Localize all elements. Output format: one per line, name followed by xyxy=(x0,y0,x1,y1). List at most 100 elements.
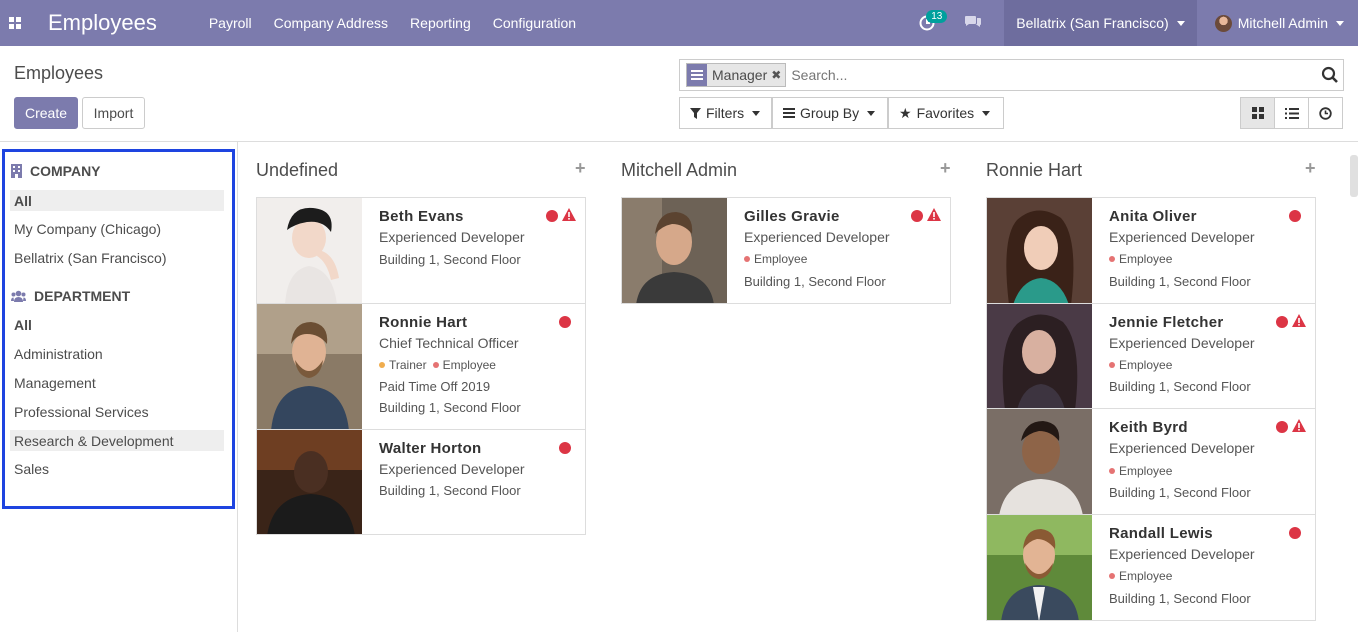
presence-status-dot xyxy=(559,316,571,328)
bars-icon xyxy=(783,108,795,118)
department-item-professional-services[interactable]: Professional Services xyxy=(10,401,224,422)
column-title-ronnie-hart[interactable]: Ronnie Hart xyxy=(986,160,1082,181)
activity-count-badge: 13 xyxy=(926,10,948,23)
search-input[interactable] xyxy=(791,67,1292,83)
employee-name: Gilles Gravie xyxy=(744,208,840,225)
menu-payroll[interactable]: Payroll xyxy=(209,15,252,31)
tag-trainer: Trainer xyxy=(379,358,427,372)
user-menu[interactable]: Mitchell Admin xyxy=(1197,0,1358,46)
presence-status-dot xyxy=(546,210,558,222)
tag-employee: Employee xyxy=(1109,358,1172,372)
create-button[interactable]: Create xyxy=(14,97,78,129)
employee-card[interactable]: Randall Lewis Experienced Developer Empl… xyxy=(986,514,1316,621)
employee-name: Beth Evans xyxy=(379,208,464,225)
column-add-icon[interactable]: + xyxy=(940,158,951,179)
employee-tags: Employee xyxy=(1109,569,1178,583)
employee-tags: Employee xyxy=(744,252,813,266)
import-button[interactable]: Import xyxy=(82,97,145,129)
chevron-down-icon xyxy=(752,110,761,116)
employee-photo xyxy=(987,198,1092,303)
company-item-all[interactable]: All xyxy=(10,190,224,211)
menu-company-address[interactable]: Company Address xyxy=(274,15,388,31)
view-switcher xyxy=(1240,97,1343,129)
employee-card[interactable]: Keith Byrd Experienced Developer Employe… xyxy=(986,408,1316,515)
presence-status-dot xyxy=(1276,316,1288,328)
activity-button[interactable]: 13 xyxy=(904,0,950,46)
company-item-bellatrix[interactable]: Bellatrix (San Francisco) xyxy=(10,247,224,268)
employee-name: Walter Horton xyxy=(379,440,482,457)
column-title-mitchell-admin[interactable]: Mitchell Admin xyxy=(621,160,737,181)
employee-card[interactable]: Ronnie Hart Chief Technical Officer Trai… xyxy=(256,303,586,430)
employee-card[interactable]: Jennie Fletcher Experienced Developer Em… xyxy=(986,303,1316,409)
chevron-down-icon xyxy=(982,110,991,116)
menu-reporting[interactable]: Reporting xyxy=(410,15,471,31)
tag-employee: Employee xyxy=(744,252,807,266)
company-section-header: COMPANY xyxy=(11,163,101,179)
employee-tags: Trainer Employee xyxy=(379,358,502,372)
tag-employee: Employee xyxy=(1109,252,1172,266)
employee-location: Building 1, Second Floor xyxy=(744,274,886,289)
employee-location: Building 1, Second Floor xyxy=(379,483,521,498)
employee-job-title: Experienced Developer xyxy=(1109,335,1255,351)
employee-name: Keith Byrd xyxy=(1109,419,1188,436)
employee-photo xyxy=(257,198,362,303)
employee-location: Building 1, Second Floor xyxy=(1109,274,1251,289)
employee-location: Building 1, Second Floor xyxy=(1109,591,1251,606)
warning-icon xyxy=(927,208,941,224)
employee-location: Building 1, Second Floor xyxy=(379,400,521,415)
filter-icon xyxy=(690,107,701,119)
discuss-button[interactable] xyxy=(950,0,996,46)
kanban-scrollbar[interactable] xyxy=(1350,155,1358,197)
search-facet: Manager ✖ xyxy=(686,63,787,87)
employee-job-title: Experienced Developer xyxy=(1109,229,1255,245)
search-panel-sidebar: COMPANY All My Company (Chicago) Bellatr… xyxy=(0,142,238,632)
top-navbar: Employees Payroll Company Address Report… xyxy=(0,0,1358,46)
chevron-down-icon xyxy=(1176,20,1185,26)
employee-card[interactable]: Beth Evans Experienced Developer Buildin… xyxy=(256,197,586,304)
employee-job-title: Chief Technical Officer xyxy=(379,335,519,351)
list-view-button[interactable] xyxy=(1274,97,1309,129)
employee-name: Anita Oliver xyxy=(1109,208,1197,225)
company-item-my-company[interactable]: My Company (Chicago) xyxy=(10,218,224,239)
favorites-dropdown[interactable]: ★ Favorites xyxy=(888,97,1004,129)
activity-view-button[interactable] xyxy=(1308,97,1343,129)
department-header-label: DEPARTMENT xyxy=(34,288,131,304)
search-icon[interactable] xyxy=(1321,66,1339,87)
filters-dropdown[interactable]: Filters xyxy=(679,97,772,129)
employee-location: Building 1, Second Floor xyxy=(1109,379,1251,394)
employee-card[interactable]: Gilles Gravie Experienced Developer Empl… xyxy=(621,197,951,304)
column-title-undefined[interactable]: Undefined xyxy=(256,160,338,181)
warning-icon xyxy=(562,208,576,224)
company-switcher[interactable]: Bellatrix (San Francisco) xyxy=(1004,0,1197,46)
facet-value: Manager xyxy=(712,67,768,83)
employee-name: Jennie Fletcher xyxy=(1109,314,1224,331)
column-add-icon[interactable]: + xyxy=(1305,158,1316,179)
employee-card[interactable]: Anita Oliver Experienced Developer Emplo… xyxy=(986,197,1316,304)
groupby-dropdown[interactable]: Group By xyxy=(772,97,888,129)
kanban-view-button[interactable] xyxy=(1240,97,1275,129)
department-item-sales[interactable]: Sales xyxy=(10,458,224,479)
clock-icon xyxy=(1319,106,1332,120)
menu-configuration[interactable]: Configuration xyxy=(493,15,576,31)
close-icon[interactable]: ✖ xyxy=(771,68,781,82)
department-item-management[interactable]: Management xyxy=(10,372,224,393)
employee-job-title: Experienced Developer xyxy=(379,229,525,245)
employee-photo xyxy=(622,198,727,303)
department-item-administration[interactable]: Administration xyxy=(10,343,224,364)
app-title[interactable]: Employees xyxy=(48,10,157,36)
avatar xyxy=(1214,14,1232,32)
list-icon xyxy=(1284,107,1299,119)
users-icon xyxy=(11,290,26,302)
column-add-icon[interactable]: + xyxy=(575,158,586,179)
department-item-all[interactable]: All xyxy=(10,314,224,335)
presence-status-dot xyxy=(559,442,571,454)
employee-photo xyxy=(987,304,1092,408)
apps-menu-icon[interactable] xyxy=(0,0,30,46)
grid-icon xyxy=(1251,107,1264,119)
building-icon xyxy=(11,164,22,178)
employee-card[interactable]: Walter Horton Experienced Developer Buil… xyxy=(256,429,586,535)
chevron-down-icon xyxy=(1336,20,1344,26)
presence-status-dot xyxy=(1289,527,1301,539)
star-icon: ★ xyxy=(899,104,912,121)
department-item-research-development[interactable]: Research & Development xyxy=(10,430,224,451)
